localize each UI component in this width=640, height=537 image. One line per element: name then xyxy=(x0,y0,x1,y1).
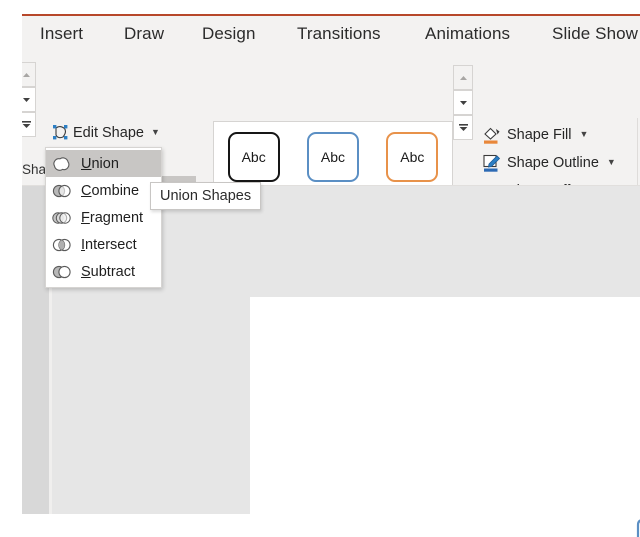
tab-design[interactable]: Design xyxy=(202,24,256,44)
union-icon xyxy=(51,154,73,174)
intersect-icon xyxy=(51,235,73,255)
shape-style-orange[interactable]: Abc xyxy=(386,132,439,182)
powerpoint-window: Insert Draw Design Transitions Animation… xyxy=(0,0,640,537)
tab-animations[interactable]: Animations xyxy=(425,24,510,44)
menu-item-subtract-label: Subtract xyxy=(81,263,136,280)
shape-outline-icon xyxy=(482,153,502,173)
tooltip-text: Union Shapes xyxy=(160,188,252,204)
menu-item-fragment-label: Fragment xyxy=(81,209,144,226)
merge-shapes-menu[interactable]: Union Combine Fragment Intersect Subtrac… xyxy=(45,147,162,288)
shape-outline-button[interactable]: Shape Outline ▼ xyxy=(482,149,616,176)
shape-fill-icon xyxy=(482,125,502,145)
left-margin xyxy=(0,0,22,537)
tooltip-union-shapes: Union Shapes xyxy=(150,182,262,210)
menu-item-union[interactable]: Union xyxy=(46,150,161,177)
chevron-down-icon[interactable]: ▼ xyxy=(579,130,588,139)
more-styles-icon[interactable] xyxy=(453,115,473,140)
scroll-up-icon[interactable] xyxy=(453,65,473,90)
menu-item-intersect[interactable]: Intersect xyxy=(46,231,161,258)
ribbon-tab-strip: Insert Draw Design Transitions Animation… xyxy=(22,14,640,56)
sewing-machine-illustration[interactable] xyxy=(633,487,640,537)
tab-slide-show[interactable]: Slide Show xyxy=(552,24,638,44)
scroll-down-icon[interactable] xyxy=(453,90,473,115)
menu-item-fragment[interactable]: Fragment xyxy=(46,204,161,231)
tab-insert[interactable]: Insert xyxy=(40,24,83,44)
menu-item-combine-label: Combine xyxy=(81,182,140,199)
menu-item-subtract[interactable]: Subtract xyxy=(46,258,161,285)
combine-icon xyxy=(51,181,73,201)
shape-style-black-label: Abc xyxy=(241,149,266,165)
shape-fill-label: Shape Fill xyxy=(507,126,572,143)
top-margin xyxy=(0,0,640,14)
subtract-icon xyxy=(51,262,73,282)
tab-transitions[interactable]: Transitions xyxy=(297,24,381,44)
tab-draw[interactable]: Draw xyxy=(124,24,164,44)
shape-style-blue[interactable]: Abc xyxy=(306,132,359,182)
chevron-down-icon[interactable]: ▼ xyxy=(151,128,160,137)
menu-item-intersect-label: Intersect xyxy=(81,236,137,253)
slide-canvas[interactable] xyxy=(250,297,640,537)
shape-style-orange-label: Abc xyxy=(400,149,425,165)
shape-style-blue-label: Abc xyxy=(320,149,346,165)
edit-shape-button[interactable]: Edit Shape ▼ xyxy=(48,120,160,145)
shape-fill-button[interactable]: Shape Fill ▼ xyxy=(482,121,588,148)
menu-item-combine[interactable]: Combine xyxy=(46,177,161,204)
fragment-icon xyxy=(51,208,73,228)
menu-item-union-label: Union xyxy=(81,155,119,172)
shape-style-black[interactable]: Abc xyxy=(227,132,280,182)
shape-styles-scroll xyxy=(453,65,473,140)
edit-shape-label: Edit Shape xyxy=(73,124,144,141)
shape-outline-label: Shape Outline xyxy=(507,154,599,171)
chevron-down-icon[interactable]: ▼ xyxy=(607,158,616,167)
shapes-group-label: Sha xyxy=(22,162,47,177)
edit-shape-icon xyxy=(52,124,69,141)
